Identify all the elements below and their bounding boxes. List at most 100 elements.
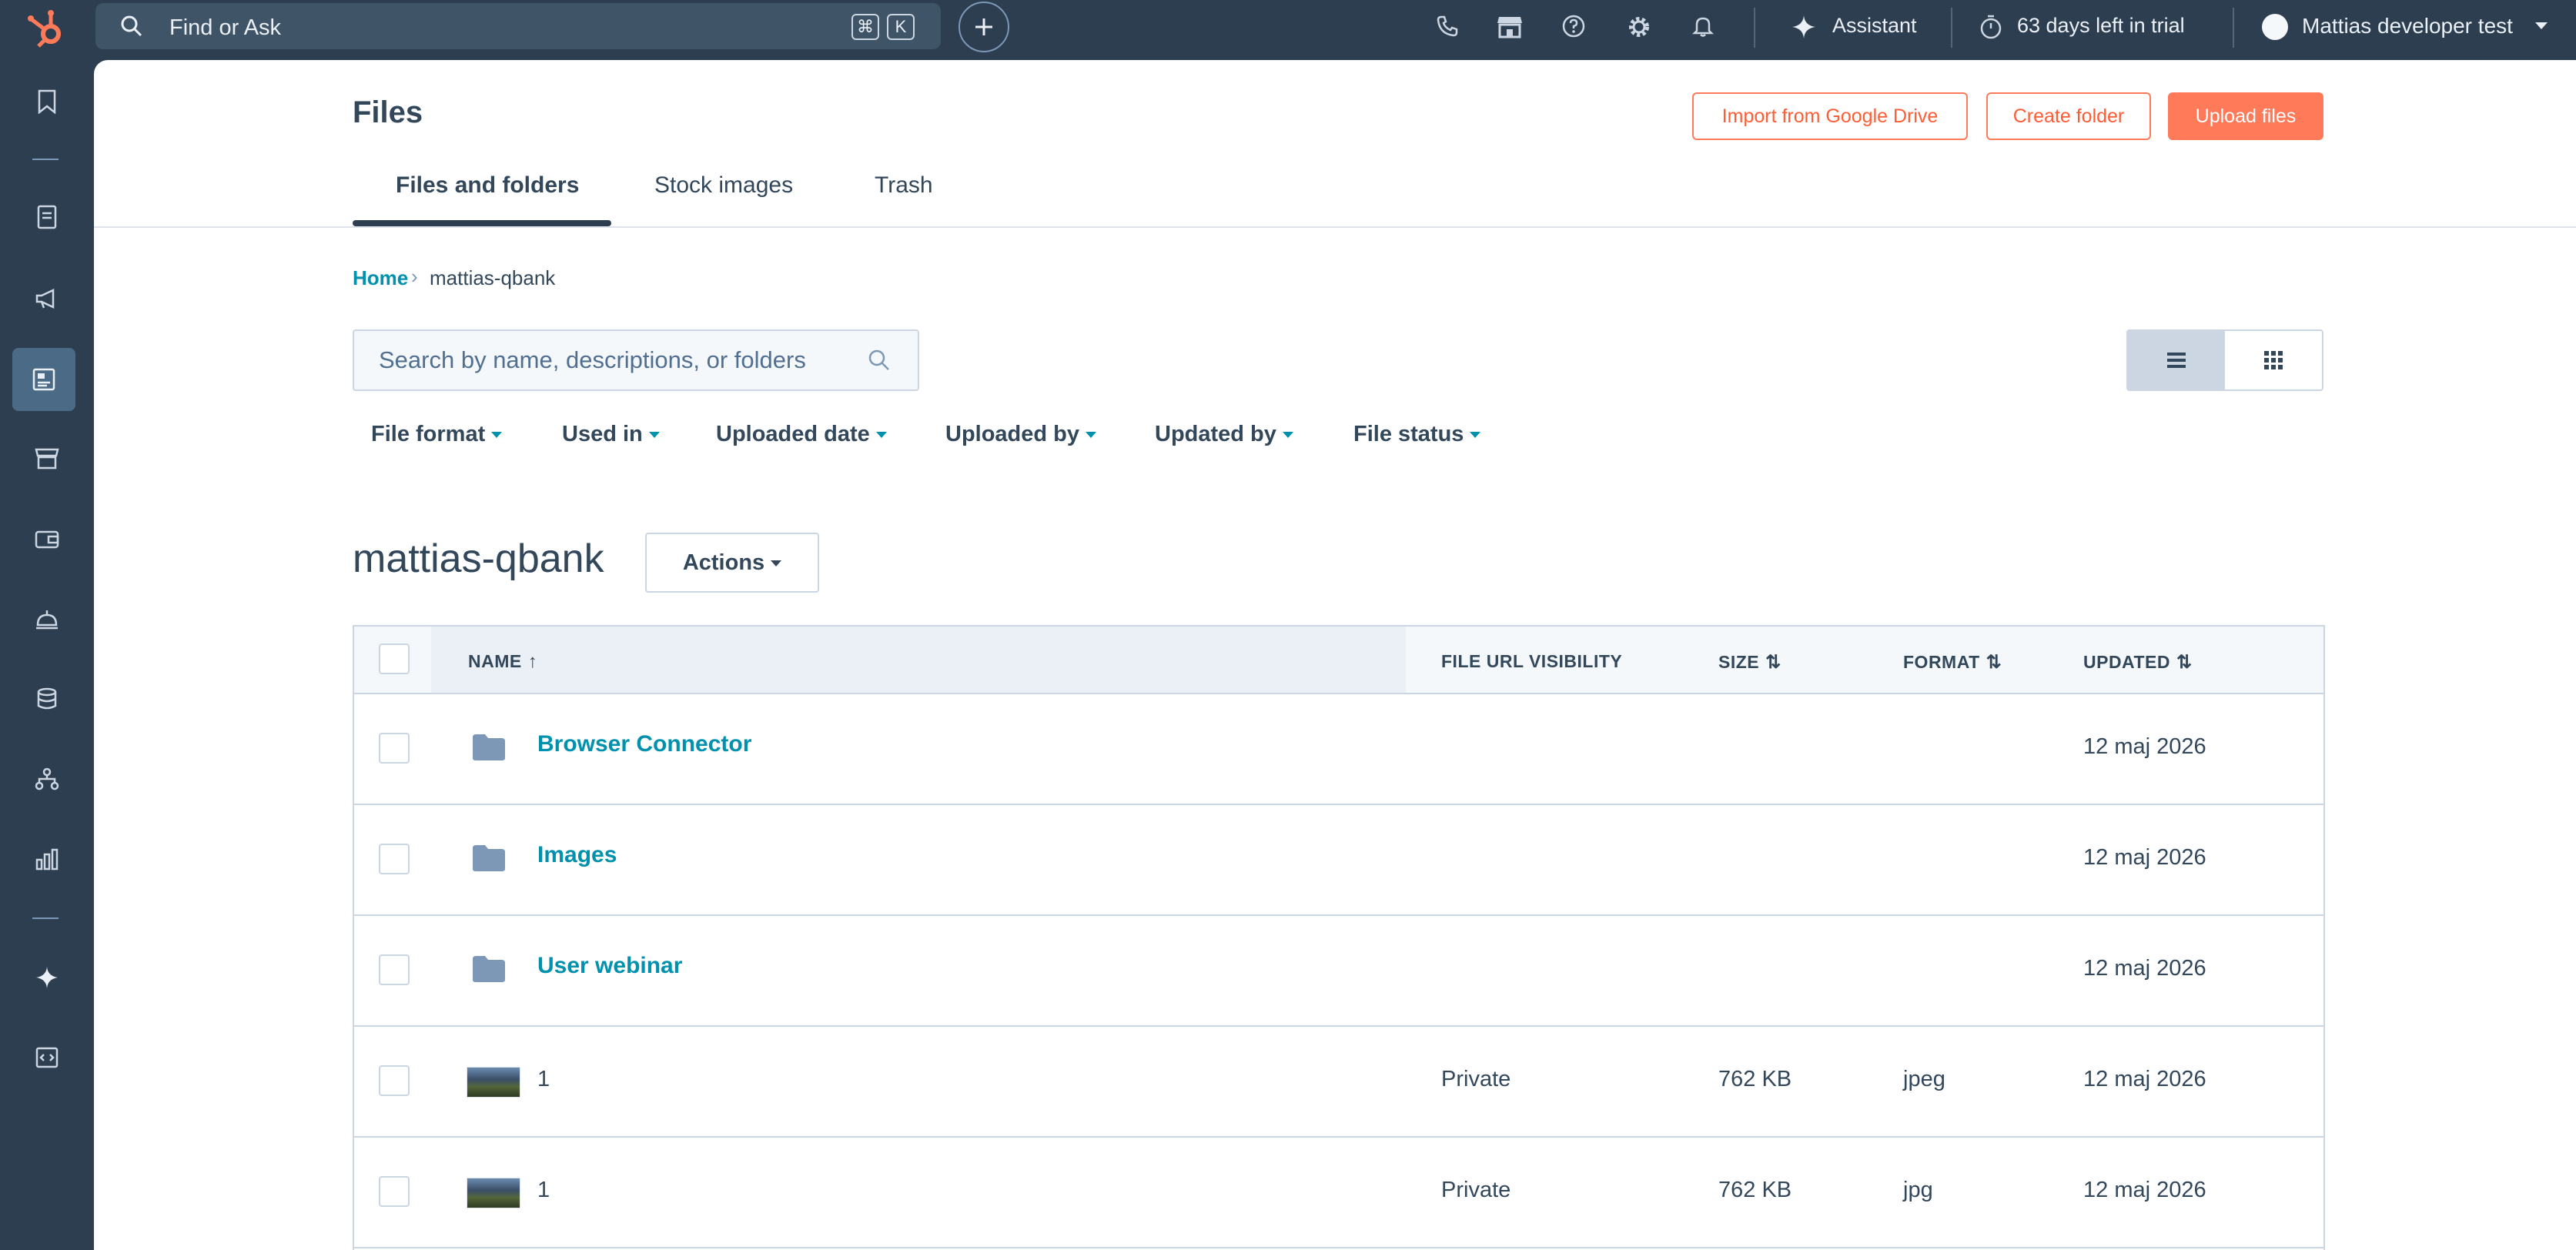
list-view-icon — [2167, 353, 2186, 368]
chevron-down-icon[interactable] — [2534, 22, 2548, 31]
breeze-nav[interactable] — [25, 956, 69, 999]
tab-files-and-folders[interactable]: Files and folders — [396, 172, 579, 199]
main-content: Files Import from Google Drive Create fo… — [94, 60, 2576, 1250]
sales-nav[interactable] — [25, 517, 69, 560]
service-icon — [36, 610, 58, 630]
filter-label: Uploaded by — [945, 422, 1080, 446]
active-tab-indicator — [353, 220, 611, 226]
file-search-input[interactable] — [354, 331, 855, 389]
sales-icon — [35, 530, 59, 549]
image-thumbnail[interactable] — [467, 1178, 520, 1208]
content-nav[interactable] — [12, 348, 75, 411]
table-row[interactable]: 1 Private 762 KB jpeg 12 maj 2026 — [354, 1027, 2323, 1138]
filter-uploaded-by[interactable]: Uploaded by — [945, 422, 1097, 447]
automation-nav[interactable] — [25, 757, 69, 800]
sort-icon: ⇅ — [1765, 652, 1781, 673]
marketing-icon — [35, 289, 55, 309]
caret-down-icon — [875, 432, 887, 439]
commerce-icon — [35, 448, 59, 470]
file-name[interactable]: 1 — [537, 1178, 550, 1203]
timer-icon — [1980, 15, 2002, 39]
column-size-label: SIZE — [1718, 652, 1760, 672]
topbar-divider — [1754, 8, 1755, 48]
column-format-label: FORMAT — [1903, 652, 1980, 672]
column-name-header[interactable]: NAME ↑ — [468, 651, 537, 673]
hubspot-logo-icon[interactable] — [22, 5, 71, 54]
avatar[interactable] — [2262, 14, 2288, 40]
notifications-icon[interactable] — [1691, 14, 1715, 38]
folder-name-link[interactable]: User webinar — [537, 953, 682, 979]
filter-label: Uploaded date — [716, 422, 870, 446]
folder-name-link[interactable]: Images — [537, 842, 617, 868]
column-updated-header[interactable]: UPDATED ⇅ — [2083, 651, 2193, 673]
table-row[interactable]: User webinar 12 maj 2026 — [354, 916, 2323, 1027]
list-view-button[interactable] — [2128, 331, 2225, 389]
breadcrumb-current: mattias-qbank — [430, 266, 556, 289]
column-visibility-label: FILE URL VISIBILITY — [1441, 651, 1623, 671]
file-search — [353, 329, 919, 391]
image-thumbnail[interactable] — [467, 1067, 520, 1098]
row-checkbox[interactable] — [379, 954, 410, 985]
caret-down-icon — [771, 560, 782, 567]
create-folder-button[interactable]: Create folder — [1986, 92, 2151, 140]
bookmarks-nav[interactable] — [25, 80, 69, 123]
filter-used-in[interactable]: Used in — [562, 422, 660, 447]
marketing-nav[interactable] — [25, 277, 69, 320]
filter-file-status[interactable]: File status — [1353, 422, 1481, 447]
file-format: jpg — [1903, 1178, 1933, 1202]
global-search[interactable]: Find or Ask ⌘ K — [95, 3, 941, 49]
tabs-divider — [94, 226, 2576, 228]
upload-files-button[interactable]: Upload files — [2168, 92, 2323, 140]
table-row[interactable]: Browser Connector 12 maj 2026 — [354, 694, 2323, 805]
help-icon[interactable] — [1561, 14, 1586, 38]
column-updated-label: UPDATED — [2083, 652, 2170, 672]
sort-ascending-icon: ↑ — [527, 651, 538, 672]
global-search-placeholder: Find or Ask — [169, 15, 282, 40]
reporting-nav[interactable] — [25, 837, 69, 881]
data-management-nav[interactable] — [25, 677, 69, 720]
row-checkbox[interactable] — [379, 844, 410, 874]
row-checkbox[interactable] — [379, 1065, 410, 1096]
sort-icon: ⇅ — [2176, 652, 2193, 673]
import-google-drive-button[interactable]: Import from Google Drive — [1692, 92, 1968, 140]
settings-icon[interactable] — [1626, 14, 1652, 40]
tab-stock-images[interactable]: Stock images — [654, 172, 793, 199]
trial-status[interactable]: 63 days left in trial — [2017, 14, 2185, 38]
crm-nav[interactable] — [25, 196, 69, 239]
filter-uploaded-date[interactable]: Uploaded date — [716, 422, 887, 447]
top-navigation-bar: Find or Ask ⌘ K Assistant 63 days left i… — [0, 0, 2576, 60]
file-name[interactable]: 1 — [537, 1067, 550, 1092]
account-menu[interactable]: Mattias developer test — [2302, 14, 2513, 38]
actions-dropdown[interactable]: Actions — [645, 533, 819, 593]
table-row[interactable]: 1 Private 762 KB jpg 12 maj 2026 — [354, 1138, 2323, 1248]
marketplace-icon[interactable] — [1497, 14, 1523, 38]
commerce-nav[interactable] — [25, 437, 69, 480]
page-title: Files — [353, 95, 423, 129]
caret-down-icon — [491, 432, 503, 439]
filter-updated-by[interactable]: Updated by — [1155, 422, 1293, 447]
column-visibility-header: FILE URL VISIBILITY — [1441, 651, 1622, 672]
service-nav[interactable] — [25, 597, 69, 640]
select-all-checkbox[interactable] — [379, 643, 410, 674]
development-nav[interactable] — [25, 1036, 69, 1079]
create-new-button[interactable] — [958, 2, 1009, 52]
row-checkbox[interactable] — [379, 1176, 410, 1207]
phone-icon[interactable] — [1435, 14, 1460, 38]
filter-label: Updated by — [1155, 422, 1276, 446]
column-size-header[interactable]: SIZE ⇅ — [1718, 651, 1781, 673]
filter-label: File format — [371, 422, 486, 446]
caret-down-icon — [1086, 432, 1097, 439]
left-sidebar — [0, 60, 94, 1250]
table-header: NAME ↑ FILE URL VISIBILITY SIZE ⇅ FORMAT ⇅ … — [354, 627, 2323, 694]
development-icon — [35, 1047, 59, 1068]
breadcrumb-home[interactable]: Home — [353, 266, 408, 290]
tab-trash[interactable]: Trash — [875, 172, 933, 199]
grid-view-button[interactable] — [2225, 331, 2322, 389]
folder-name-link[interactable]: Browser Connector — [537, 731, 751, 757]
row-checkbox[interactable] — [379, 733, 410, 764]
sparkle-icon — [1792, 15, 1815, 38]
table-row[interactable]: Images 12 maj 2026 — [354, 805, 2323, 916]
filter-file-format[interactable]: File format — [371, 422, 503, 447]
column-format-header[interactable]: FORMAT ⇅ — [1903, 651, 2002, 673]
assistant-button[interactable]: Assistant — [1832, 14, 1917, 38]
